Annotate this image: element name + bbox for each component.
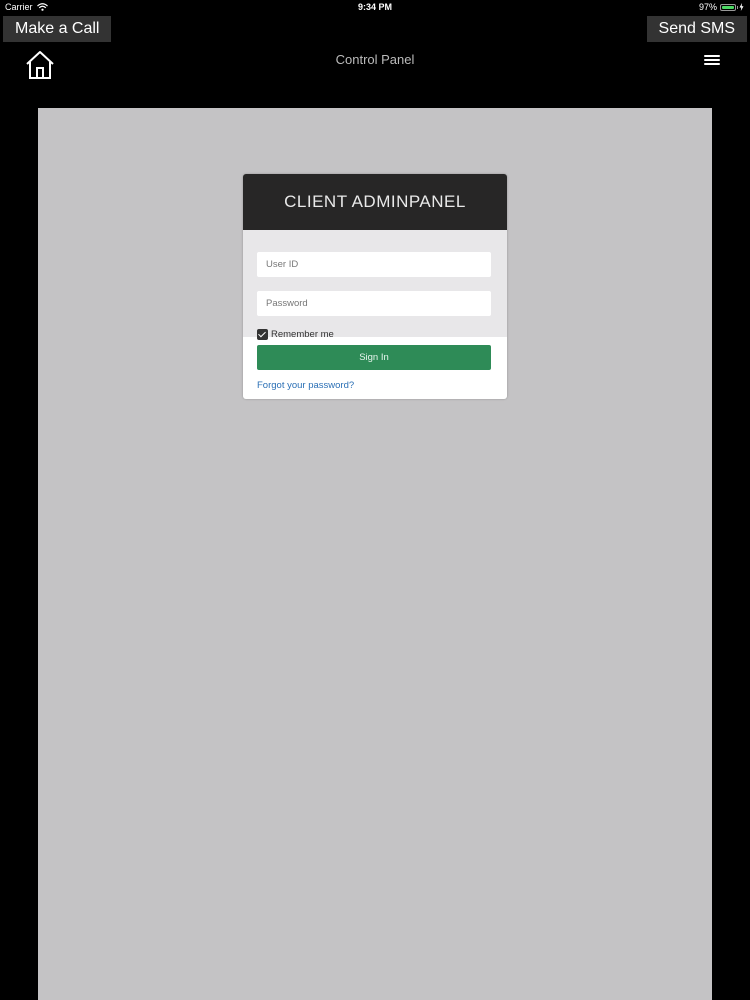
battery-group: 97% (699, 2, 744, 12)
battery-fill (722, 5, 734, 9)
battery-percent: 97% (698, 2, 717, 12)
hamburger-menu-icon[interactable] (704, 55, 720, 67)
status-time: 9:34 PM (357, 2, 392, 12)
forgot-password-link[interactable]: Forgot your password? (257, 380, 493, 391)
sign-in-button[interactable]: Sign In (257, 345, 491, 370)
password-input[interactable] (257, 291, 491, 316)
page-title: Control Panel (335, 52, 415, 67)
user-id-input[interactable] (257, 252, 491, 277)
login-panel: CLIENT ADMINPANEL Remember me Sign In Fo… (243, 174, 507, 399)
remember-me-label: Remember me (271, 329, 334, 340)
charging-icon (739, 3, 744, 11)
battery-icon (720, 3, 738, 11)
status-bar: Carrier 9:34 PM 97% (0, 0, 750, 16)
login-body: Remember me (243, 230, 507, 340)
main-content: CLIENT ADMINPANEL Remember me Sign In Fo… (38, 108, 712, 1000)
login-header: CLIENT ADMINPANEL (243, 174, 507, 230)
make-a-call-button[interactable]: Make a Call (3, 16, 112, 42)
remember-me-checkbox[interactable] (257, 329, 268, 340)
login-footer: Sign In Forgot your password? (243, 337, 507, 399)
send-sms-button[interactable]: Send SMS (646, 16, 747, 42)
